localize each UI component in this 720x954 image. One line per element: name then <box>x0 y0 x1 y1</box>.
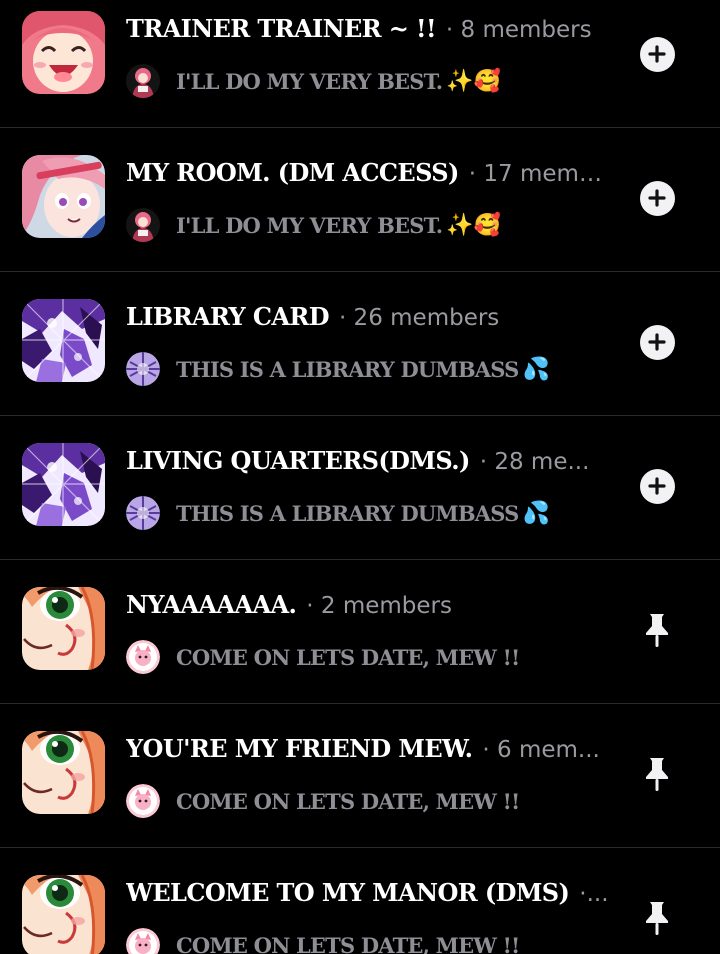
purple-mini-avatar <box>126 352 160 386</box>
chat-subtitle-line: THIS IS A LIBRARY DUMBASS 💦 <box>126 493 606 533</box>
chat-title: NYAAAAAAA. <box>126 590 297 619</box>
pink-cat-mini-avatar <box>126 928 160 954</box>
chat-row[interactable]: LIBRARY CARD · 26 members THIS IS A LIBR… <box>0 272 720 416</box>
row-action[interactable] <box>639 324 675 360</box>
chat-subtitle-line: COME ON LETS DATE, MEW !! <box>126 637 606 677</box>
pin-icon <box>646 614 668 647</box>
chat-subtitle: I'LL DO MY VERY BEST. <box>176 68 443 94</box>
chat-row[interactable]: TRAINER TRAINER ~ !! · 8 members I'LL DO… <box>0 0 720 128</box>
chat-subtitle: THIS IS A LIBRARY DUMBASS <box>176 356 519 382</box>
pin-button[interactable] <box>643 612 671 648</box>
add-button[interactable] <box>639 36 675 72</box>
add-button[interactable] <box>639 324 675 360</box>
chat-subtitle-emoji: 💦 <box>522 500 550 526</box>
row-action[interactable] <box>639 756 675 792</box>
chat-title-line: NYAAAAAAA. · 2 members <box>126 590 616 630</box>
chat-subtitle-line: THIS IS A LIBRARY DUMBASS 💦 <box>126 349 606 389</box>
chat-list: TRAINER TRAINER ~ !! · 8 members I'LL DO… <box>0 0 720 954</box>
chat-subtitle-emoji: ✨🥰 <box>446 68 502 94</box>
plus-icon <box>648 477 666 495</box>
row-action[interactable] <box>639 612 675 648</box>
member-count: · 26 members <box>338 305 500 331</box>
chat-subtitle-line: COME ON LETS DATE, MEW !! <box>126 781 606 821</box>
pink-hair-laughing-avatar[interactable] <box>22 11 105 94</box>
chat-row[interactable]: WELCOME TO MY MANOR (DMS) ·... COME ON L… <box>0 848 720 954</box>
member-count: · 17 members <box>468 161 616 187</box>
chat-subtitle: COME ON LETS DATE, MEW !! <box>176 788 520 814</box>
pin-button[interactable] <box>643 756 671 792</box>
chat-subtitle-line: I'LL DO MY VERY BEST. ✨🥰 <box>126 205 606 245</box>
member-count: · 2 members <box>306 593 452 619</box>
chat-title-line: TRAINER TRAINER ~ !! · 8 members <box>126 14 616 54</box>
chat-title: TRAINER TRAINER ~ !! <box>126 14 437 43</box>
pink-character-mini-avatar <box>126 64 160 98</box>
row-action[interactable] <box>639 180 675 216</box>
member-count: · 28 me... <box>479 449 590 475</box>
chat-title: LIVING QUARTERS(DMS.) <box>126 446 470 475</box>
member-count: · 6 mem... <box>482 737 600 763</box>
plus-icon <box>648 45 666 63</box>
row-action[interactable] <box>639 900 675 936</box>
pin-icon <box>646 902 668 935</box>
chat-title-line: LIBRARY CARD · 26 members <box>126 302 616 342</box>
green-eye-face-avatar[interactable] <box>22 875 105 954</box>
chat-subtitle: THIS IS A LIBRARY DUMBASS <box>176 500 519 526</box>
chat-title-line: YOU'RE MY FRIEND MEW. · 6 mem... <box>126 734 616 774</box>
chat-subtitle: COME ON LETS DATE, MEW !! <box>176 644 520 670</box>
chat-row[interactable]: YOU'RE MY FRIEND MEW. · 6 mem... COME ON… <box>0 704 720 848</box>
row-action[interactable] <box>639 468 675 504</box>
chat-subtitle-line: I'LL DO MY VERY BEST. ✨🥰 <box>126 61 606 101</box>
chat-title-line: WELCOME TO MY MANOR (DMS) ·... <box>126 878 616 918</box>
chat-row[interactable]: NYAAAAAAA. · 2 members COME ON LETS DATE… <box>0 560 720 704</box>
chat-subtitle: COME ON LETS DATE, MEW !! <box>176 932 520 954</box>
chat-row[interactable]: LIVING QUARTERS(DMS.) · 28 me... THIS IS… <box>0 416 720 560</box>
chat-title-line: MY ROOM. (DM ACCESS) · 17 members <box>126 158 616 198</box>
purple-mini-avatar <box>126 496 160 530</box>
chat-row[interactable]: MY ROOM. (DM ACCESS) · 17 members I'LL D… <box>0 128 720 272</box>
pink-cat-mini-avatar <box>126 784 160 818</box>
row-action[interactable] <box>639 36 675 72</box>
green-eye-face-avatar[interactable] <box>22 731 105 814</box>
chat-title: LIBRARY CARD <box>126 302 330 331</box>
pink-character-mini-avatar <box>126 208 160 242</box>
plus-icon <box>648 333 666 351</box>
chat-subtitle-emoji: ✨🥰 <box>446 212 502 238</box>
pink-hair-girl-avatar[interactable] <box>22 155 105 238</box>
add-button[interactable] <box>639 180 675 216</box>
chat-subtitle: I'LL DO MY VERY BEST. <box>176 212 443 238</box>
add-button[interactable] <box>639 468 675 504</box>
member-count: ·... <box>579 881 609 907</box>
pink-cat-mini-avatar <box>126 640 160 674</box>
chat-subtitle-emoji: 💦 <box>522 356 550 382</box>
plus-icon <box>648 189 666 207</box>
chat-title: WELCOME TO MY MANOR (DMS) <box>126 878 570 907</box>
chat-title: YOU'RE MY FRIEND MEW. <box>126 734 473 763</box>
pin-button[interactable] <box>643 900 671 936</box>
chat-title-line: LIVING QUARTERS(DMS.) · 28 me... <box>126 446 616 486</box>
chat-subtitle-line: COME ON LETS DATE, MEW !! <box>126 925 606 954</box>
purple-library-avatar[interactable] <box>22 443 105 526</box>
purple-library-avatar[interactable] <box>22 299 105 382</box>
pin-icon <box>646 758 668 791</box>
green-eye-face-avatar[interactable] <box>22 587 105 670</box>
chat-title: MY ROOM. (DM ACCESS) <box>126 158 459 187</box>
member-count: · 8 members <box>445 17 592 43</box>
